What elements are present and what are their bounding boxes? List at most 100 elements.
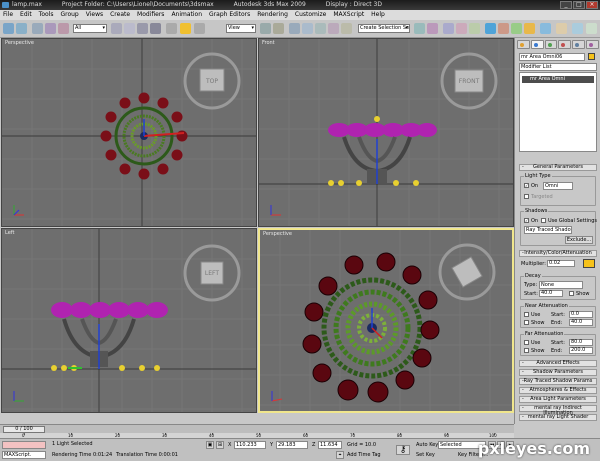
absolute-mode-icon[interactable]: ⊞ <box>216 441 224 449</box>
viewcube-label[interactable]: TOP <box>205 78 218 85</box>
auto-key-button[interactable]: Auto Key <box>416 442 438 448</box>
viewport-label[interactable]: Left <box>5 230 14 236</box>
viewport-label[interactable]: Perspective <box>5 40 34 46</box>
near-show-checkbox[interactable] <box>524 320 529 325</box>
rollout-mental-ray-indirect[interactable]: mental ray Indirect Illumination <box>519 405 597 416</box>
near-use-checkbox[interactable] <box>524 312 529 317</box>
viewcube[interactable] <box>451 256 483 288</box>
select-manipulate-icon[interactable] <box>273 23 284 34</box>
multiplier-spinner[interactable]: 0.02 <box>547 260 575 267</box>
menu-group[interactable]: Group <box>60 10 78 20</box>
rectangular-selection-icon[interactable] <box>137 23 148 34</box>
menu-animation[interactable]: Animation <box>171 10 202 20</box>
menu-tools[interactable]: Tools <box>39 10 54 20</box>
lock-selection-icon[interactable]: ▣ <box>206 441 214 449</box>
select-move-icon[interactable] <box>166 23 177 34</box>
key-icon[interactable]: ⚷ <box>396 445 410 455</box>
maxscript-mini-listener[interactable] <box>2 441 46 449</box>
render-setup-icon[interactable] <box>498 23 509 34</box>
near-start-spinner[interactable]: 0.0 <box>569 311 593 318</box>
activeshade-icon[interactable] <box>586 23 597 34</box>
viewport-perspective[interactable]: Perspective <box>258 228 514 413</box>
rollout-intensity[interactable]: Intensity/Color/Attenuation <box>519 250 597 257</box>
rollout-area-light-parameters[interactable]: Area Light Parameters <box>519 396 597 403</box>
select-rotate-icon[interactable] <box>180 23 191 34</box>
render-production-icon[interactable] <box>524 23 535 34</box>
menu-views[interactable]: Views <box>86 10 103 20</box>
mirror-icon[interactable] <box>414 23 425 34</box>
render-iterative-icon[interactable] <box>556 23 567 34</box>
use-global-checkbox[interactable] <box>541 218 546 223</box>
unlink-icon[interactable] <box>45 23 56 34</box>
select-scale-icon[interactable] <box>194 23 205 34</box>
decay-type-dropdown[interactable]: None <box>539 281 583 289</box>
light-type-dropdown[interactable]: Omni <box>543 182 573 190</box>
rollout-mental-ray-light-shader[interactable]: mental ray Light Shader <box>519 414 597 421</box>
close-button[interactable]: × <box>586 1 598 9</box>
rollout-general-parameters[interactable]: General Parameters <box>519 164 597 171</box>
bind-space-warp-icon[interactable] <box>58 23 69 34</box>
viewcube-label[interactable]: LEFT <box>205 270 219 277</box>
rollout-shadow-parameters[interactable]: Shadow Parameters <box>519 369 597 376</box>
maxscript-listener[interactable]: MAXScript. <box>2 451 46 459</box>
light-color-swatch[interactable] <box>583 259 595 268</box>
far-use-checkbox[interactable] <box>524 340 529 345</box>
pivot-center-icon[interactable] <box>260 23 271 34</box>
menu-rendering[interactable]: Rendering <box>257 10 288 20</box>
object-color-swatch[interactable] <box>588 53 595 60</box>
add-time-tag[interactable]: Add Time Tag <box>347 452 381 458</box>
named-selection-dropdown[interactable]: Create Selection Set <box>358 24 410 33</box>
redo-icon[interactable] <box>16 23 27 34</box>
viewport-left[interactable]: Left LEFT <box>1 228 257 413</box>
shadow-type-dropdown[interactable]: Ray Traced Shadows <box>524 226 572 234</box>
exclude-button[interactable]: Exclude... <box>565 236 593 244</box>
maximize-button[interactable]: □ <box>573 1 585 9</box>
hierarchy-tab[interactable] <box>544 40 558 49</box>
targeted-checkbox[interactable] <box>524 194 529 199</box>
curve-editor-icon[interactable] <box>456 23 467 34</box>
object-name-field[interactable]: mr Area Omni06 <box>519 53 585 61</box>
far-start-spinner[interactable]: 80.0 <box>569 339 593 346</box>
modifier-stack-item[interactable]: mr Area Omni <box>522 76 594 83</box>
angle-snap-icon[interactable] <box>315 23 326 34</box>
layer-manager-icon[interactable] <box>443 23 454 34</box>
decay-show-checkbox[interactable] <box>569 291 574 296</box>
utilities-tab[interactable] <box>586 40 599 49</box>
minimize-button[interactable]: _ <box>560 1 572 9</box>
z-coordinate-field[interactable]: 11.634 <box>318 441 342 449</box>
rollout-advanced-effects[interactable]: Advanced Effects <box>519 360 597 367</box>
align-icon[interactable] <box>427 23 438 34</box>
menu-create[interactable]: Create <box>110 10 130 20</box>
menu-modifiers[interactable]: Modifiers <box>137 10 164 20</box>
modify-tab[interactable] <box>530 40 544 49</box>
motion-tab[interactable] <box>558 40 572 49</box>
percent-snap-icon[interactable] <box>328 23 339 34</box>
select-object-icon[interactable] <box>111 23 122 34</box>
menu-maxscript[interactable]: MAXScript <box>333 10 364 20</box>
menu-edit[interactable]: Edit <box>20 10 32 20</box>
spinner-snap-icon[interactable] <box>341 23 352 34</box>
menu-customize[interactable]: Customize <box>295 10 327 20</box>
y-coordinate-field[interactable]: 29.183 <box>276 441 308 449</box>
near-end-spinner[interactable]: 40.0 <box>569 319 593 326</box>
display-tab[interactable] <box>572 40 586 49</box>
viewport-label[interactable]: Perspective <box>263 231 292 237</box>
selection-filter-dropdown[interactable]: All <box>73 24 107 33</box>
menu-help[interactable]: Help <box>371 10 385 20</box>
time-tag-icon[interactable]: ⌖ <box>336 451 344 459</box>
light-on-checkbox[interactable]: ✓ <box>524 183 529 188</box>
time-slider[interactable]: 0 / 100 <box>3 426 45 433</box>
viewcube-label[interactable]: FRONT <box>459 78 480 85</box>
viewport-label[interactable]: Front <box>262 40 275 46</box>
rollout-ray-traced-shadow-params[interactable]: Ray Traced Shadow Params <box>519 378 597 385</box>
viewport-front[interactable]: Front FRONT <box>258 38 514 227</box>
decay-start-spinner[interactable]: 40.0 <box>539 290 563 297</box>
select-by-name-icon[interactable] <box>124 23 135 34</box>
rendered-frame-icon[interactable] <box>511 23 522 34</box>
rollout-atmospheres-effects[interactable]: Atmospheres & Effects <box>519 387 597 394</box>
set-key-button[interactable]: Set Key <box>416 452 435 458</box>
create-tab[interactable] <box>517 40 530 49</box>
menu-graph-editors[interactable]: Graph Editors <box>209 10 250 20</box>
schematic-view-icon[interactable] <box>469 23 480 34</box>
modifier-list-dropdown[interactable]: Modifier List <box>519 63 597 71</box>
